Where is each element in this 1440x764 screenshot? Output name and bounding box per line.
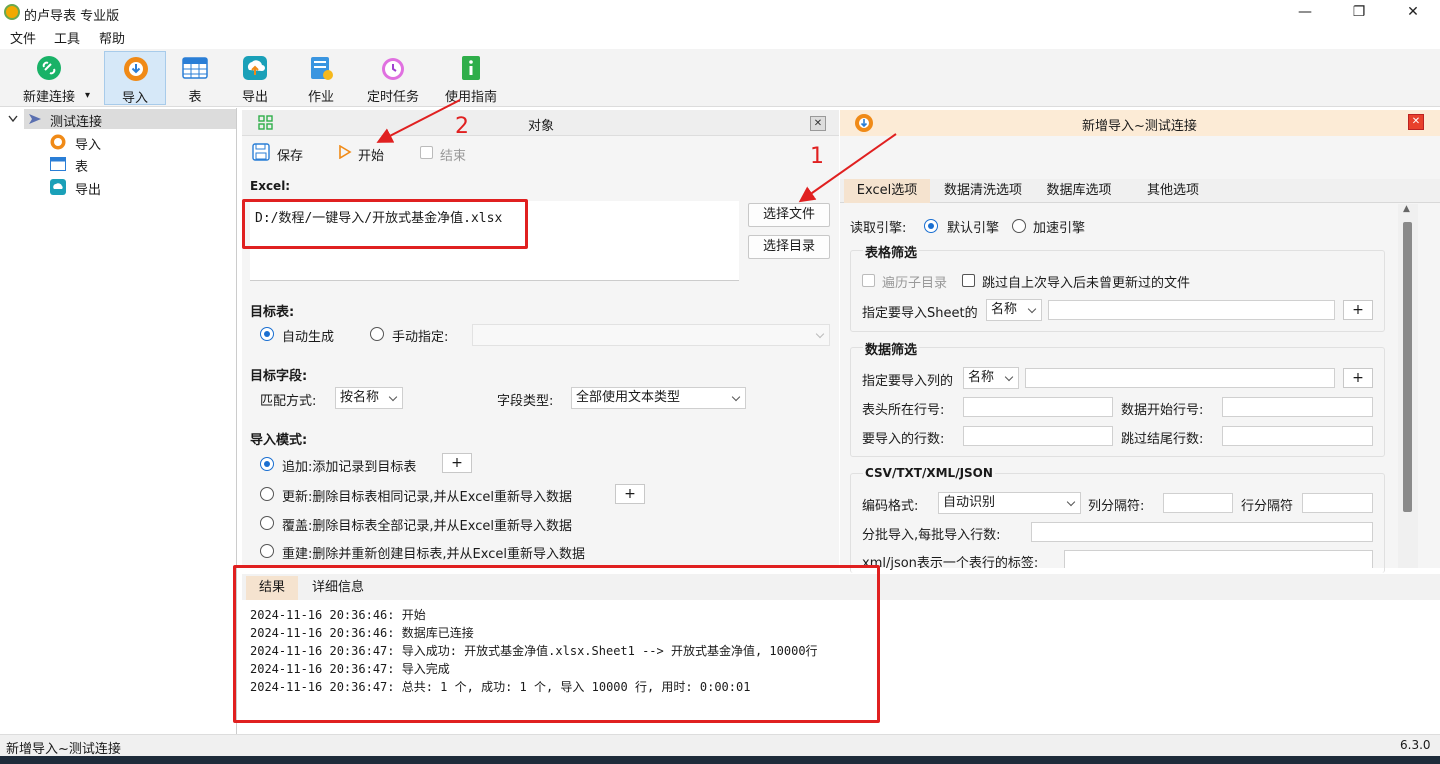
status-text: 新增导入~测试连接: [6, 742, 121, 757]
version-text: 6.3.0: [1400, 738, 1431, 752]
status-bar: 新增导入~测试连接 6.3.0: [0, 734, 1440, 757]
os-taskbar: [0, 756, 1440, 764]
arrow-to-start: [376, 99, 461, 143]
annotation-arrows: [376, 99, 897, 203]
annotation-number-1: 1: [810, 144, 824, 169]
annotation-number-2: 2: [455, 114, 469, 139]
